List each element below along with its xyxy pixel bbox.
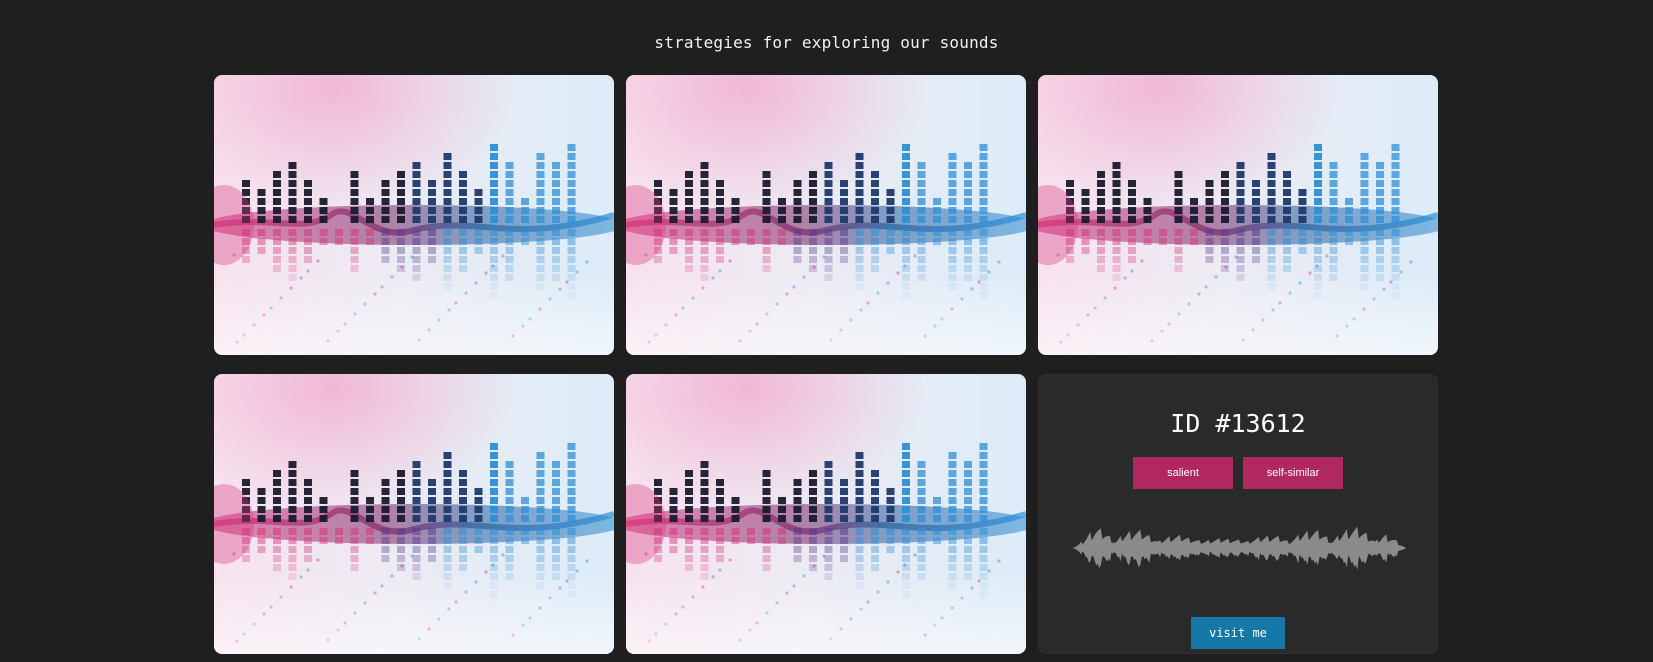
sound-grid: ID #13612 salient self-similar visit me [214,75,1438,654]
sound-info-card: ID #13612 salient self-similar visit me [1038,374,1438,654]
sound-card-2[interactable] [626,75,1026,355]
audio-waveform-icon [1072,526,1406,570]
audio-equalizer-image [626,374,1026,654]
audio-equalizer-image [1038,75,1438,355]
audio-equalizer-image [626,75,1026,355]
visit-button[interactable]: visit me [1191,617,1285,649]
tag-self-similar[interactable]: self-similar [1243,457,1343,489]
page-title: strategies for exploring our sounds [654,33,999,52]
tag-salient[interactable]: salient [1133,457,1233,489]
audio-equalizer-image [214,75,614,355]
sound-card-1[interactable] [214,75,614,355]
sound-card-4[interactable] [214,374,614,654]
sound-id: ID #13612 [1170,409,1306,438]
sound-card-5[interactable] [626,374,1026,654]
tag-list: salient self-similar [1039,457,1437,489]
audio-equalizer-image [214,374,614,654]
sound-card-3[interactable] [1038,75,1438,355]
